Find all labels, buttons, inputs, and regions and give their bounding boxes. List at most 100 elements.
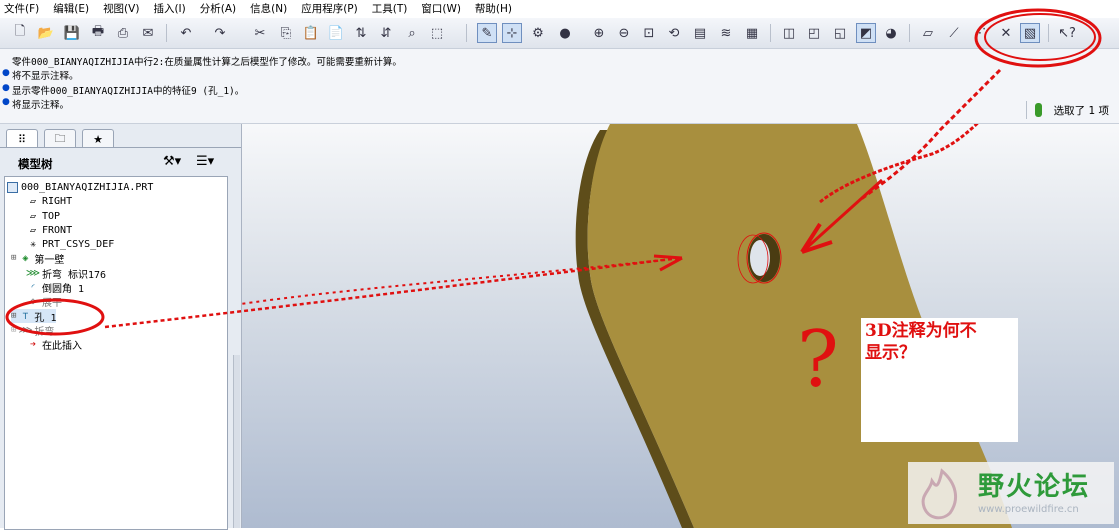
regenerate-icon[interactable]: ⇅ <box>351 23 371 43</box>
wall-icon: ◈ <box>22 252 29 264</box>
tree-item[interactable]: ◜ 倒圆角 1 <box>27 280 84 295</box>
annotation-display-icon[interactable]: ▧ <box>1020 23 1040 43</box>
favorites-icon: ★ <box>93 132 103 146</box>
copy-icon[interactable]: ⎘ <box>276 23 296 43</box>
insert-here-marker[interactable]: ➔ 在此插入 <box>27 337 82 352</box>
layers-icon[interactable]: ≋ <box>716 23 736 43</box>
spin-center-icon[interactable]: ⚙ <box>528 23 548 43</box>
tree-item-selected[interactable]: ⊞ ⊤ 孔 1 <box>11 309 57 324</box>
menu-help[interactable]: 帮助(H) <box>471 1 512 16</box>
flame-logo-icon <box>921 468 958 520</box>
model-tree-title: 模型树 <box>18 157 53 171</box>
datum-plane-icon: ▱ <box>29 195 37 207</box>
undo-icon[interactable]: ↶ <box>176 23 196 43</box>
message-line: 将不显示注释。 <box>12 71 79 82</box>
zoom-out-icon[interactable]: ⊖ <box>614 23 634 43</box>
menu-info[interactable]: 信息(N) <box>246 1 287 16</box>
watermark-url: www.proewildfire.cn <box>978 504 1079 515</box>
select-box-icon[interactable]: ⬚ <box>427 23 447 43</box>
enhanced-realism-icon[interactable]: ◕ <box>881 23 901 43</box>
sketch-icon[interactable]: ✎ <box>477 23 497 43</box>
watermark: 野火论坛 www.proewildfire.cn <box>908 462 1114 524</box>
menu-tools[interactable]: 工具(T) <box>368 1 408 16</box>
part-icon <box>7 181 18 193</box>
coordinate-systems-icon[interactable]: ✕ <box>996 23 1016 43</box>
tab-folder-browser[interactable]: 🗀 <box>44 129 76 148</box>
menu-applications[interactable]: 应用程序(P) <box>297 1 358 16</box>
paste-icon[interactable]: 📋 <box>301 23 321 43</box>
zoom-in-icon[interactable]: ⊕ <box>589 23 609 43</box>
question-mark: ? <box>797 315 839 405</box>
hidden-line-icon[interactable]: ◰ <box>804 23 824 43</box>
saved-views-icon[interactable]: ▤ <box>690 23 710 43</box>
tree-item[interactable]: ⊞ ⋙ 折弯 <box>11 323 54 338</box>
paste-special-icon[interactable]: 📄 <box>326 23 346 43</box>
bend-icon: ⋙ <box>25 267 41 279</box>
new-file-icon[interactable]: 🗋 <box>10 23 30 43</box>
email-icon[interactable]: ✉ <box>138 23 158 43</box>
datum-planes-icon[interactable]: ▱ <box>918 23 938 43</box>
print-icon[interactable]: 🖶 <box>88 23 108 43</box>
tree-item[interactable]: 000_BIANYAQIZHIJIA.PRT <box>7 180 153 194</box>
menu-window[interactable]: 窗口(W) <box>417 1 461 16</box>
watermark-brand: 野火论坛 <box>978 472 1091 502</box>
no-hidden-icon[interactable]: ◱ <box>830 23 850 43</box>
menu-file[interactable]: 文件(F) <box>0 1 39 16</box>
menu-edit[interactable]: 编辑(E) <box>49 1 89 16</box>
menu-analysis[interactable]: 分析(A) <box>196 1 236 16</box>
reorient-icon[interactable]: ⟲ <box>664 23 684 43</box>
datum-points-icon[interactable]: ⋰ <box>970 23 990 43</box>
tree-item[interactable]: ✳ PRT_CSYS_DEF <box>27 237 114 251</box>
coordinate-system-icon: ✳ <box>29 238 37 250</box>
callout-text: 3D注释为何不 显示？ <box>865 321 977 363</box>
selection-status: 选取了 1 项 <box>1053 104 1109 117</box>
tab-favorites[interactable]: ★ <box>82 129 114 148</box>
shading-icon[interactable]: ● <box>555 23 575 43</box>
menu-insert[interactable]: 插入(I) <box>149 1 185 16</box>
tree-item[interactable]: ◇ 展平 <box>27 294 62 309</box>
print-preview-icon[interactable]: ⎙ <box>113 23 133 43</box>
datum-display-icon[interactable]: ⊹ <box>502 23 522 43</box>
redo-icon[interactable]: ↷ <box>210 23 230 43</box>
round-icon: ◜ <box>29 281 37 293</box>
arrow-right-icon: ➔ <box>29 338 37 350</box>
open-folder-icon[interactable]: 📂 <box>36 23 56 43</box>
model-tree-icon: ⠿ <box>17 132 27 146</box>
tree-settings-icon[interactable]: ⚒▾ <box>163 154 181 169</box>
menu-view[interactable]: 视图(V) <box>99 1 139 16</box>
menu-bar: 文件(F) 编辑(E) 视图(V) 插入(I) 分析(A) 信息(N) 应用程序… <box>0 0 1119 17</box>
tab-model-tree[interactable]: ⠿ <box>6 129 38 148</box>
datum-plane-icon: ▱ <box>29 224 37 236</box>
traffic-light-icon <box>1034 103 1042 117</box>
status-area: 选取了 1 项 <box>1025 101 1109 119</box>
tree-item[interactable]: ⋙ 折弯 标识176 <box>25 266 106 281</box>
bend-icon: ⋙ <box>18 324 33 336</box>
tree-item[interactable]: ▱ TOP <box>27 209 60 223</box>
hole-icon: ⊤ <box>22 310 29 322</box>
cut-icon[interactable]: ✂ <box>250 23 270 43</box>
refit-icon[interactable]: ⊡ <box>639 23 659 43</box>
datum-plane-icon: ▱ <box>29 210 37 222</box>
tree-item[interactable]: ⊞ ◈ 第一壁 <box>11 251 64 266</box>
find-icon[interactable]: ⌕ <box>402 23 422 43</box>
message-area: 零件000_BIANYAQIZHIJIA中行2:在质量属性计算之后模型作了修改。… <box>0 49 1119 124</box>
save-icon[interactable]: 💾 <box>62 23 82 43</box>
tree-item[interactable]: ▱ RIGHT <box>27 194 72 208</box>
message-line: 将显示注释。 <box>12 100 70 111</box>
tree-show-icon[interactable]: ☰▾ <box>196 154 214 169</box>
tree-item[interactable]: ▱ FRONT <box>27 223 72 237</box>
folder-icon: 🗀 <box>54 131 66 145</box>
message-line: 显示零件000_BIANYAQIZHIJIA中的特征9 (孔_1)。 <box>12 86 245 97</box>
toolbar: 🗋 📂 💾 🖶 ⎙ ✉ ↶ ↷ ✂ ⎘ 📋 📄 ⇅ ⇵ ⌕ ⬚ ✎ ⊹ ⚙ ● … <box>0 18 1119 49</box>
splitter[interactable] <box>233 355 240 528</box>
wireframe-icon[interactable]: ◫ <box>779 23 799 43</box>
message-line: 零件000_BIANYAQIZHIJIA中行2:在质量属性计算之后模型作了修改。… <box>12 57 402 68</box>
unbend-icon: ◇ <box>29 295 37 307</box>
model-tree: 000_BIANYAQIZHIJIA.PRT ▱ RIGHT ▱ TOP ▱ F… <box>4 176 228 530</box>
regen-manager-icon[interactable]: ⇵ <box>376 23 396 43</box>
shaded-icon[interactable]: ◩ <box>856 23 876 43</box>
view-manager-icon[interactable]: ▦ <box>742 23 762 43</box>
context-help-icon[interactable]: ↖? <box>1057 23 1077 43</box>
annotation-callout: 3D注释为何不 显示？ <box>861 318 1018 442</box>
datum-axes-icon[interactable]: ⟋ <box>944 23 964 43</box>
